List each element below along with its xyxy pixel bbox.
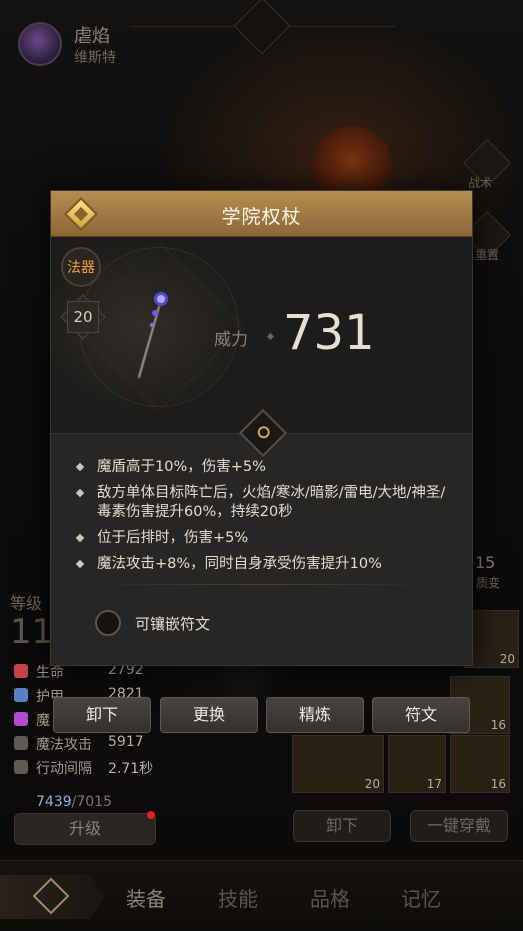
effect-text: 魔法攻击+8%，同时自身承受伤害提升10% xyxy=(97,556,382,572)
tab-skills[interactable]: 技能 xyxy=(218,883,258,912)
power-label: 威力 xyxy=(214,330,248,350)
effects-list: 魔盾高于10%，伤害+5% 敌方单体目标阵亡后，火焰/寒冰/暗影/雷电/大地/神… xyxy=(75,458,455,581)
effect-text: 敌方单体目标阵亡后，火焰/寒冰/暗影/雷电/大地/神圣/毒素伤害提升60%，持续… xyxy=(97,485,446,520)
magic-shield-icon xyxy=(14,712,28,726)
slot-count: 16 xyxy=(490,718,506,732)
one-click-equip-button[interactable]: 一键穿戴 xyxy=(410,810,508,842)
bullet-icon xyxy=(75,488,85,498)
stat-row-magic-attack: 魔法攻击 5917 xyxy=(14,734,144,754)
reset-label: 重置 xyxy=(475,248,500,262)
energy-max: /7015 xyxy=(71,794,112,810)
effect-item: 魔法攻击+8%，同时自身承受伤害提升10% xyxy=(75,555,455,574)
replace-button[interactable]: 更换 xyxy=(160,697,258,733)
stat-name: 魔法攻击 xyxy=(36,737,92,753)
hp-icon xyxy=(14,664,28,678)
unequip-all-button[interactable]: 卸下 xyxy=(293,810,391,842)
energy-counter: 7439/7015 xyxy=(36,794,112,810)
effect-item: 位于后排时，伤害+5% xyxy=(75,529,455,548)
bullet-icon xyxy=(75,462,85,472)
armor-icon xyxy=(14,688,28,702)
panel-header: 学院权杖 xyxy=(51,191,472,237)
back-button[interactable] xyxy=(0,875,105,919)
stat-row-action-interval: 行动间隔 2.71秒 xyxy=(14,758,153,778)
bullet-icon xyxy=(75,533,85,543)
item-effects-section: 魔盾高于10%，伤害+5% 敌方单体目标阵亡后，火焰/寒冰/暗影/雷电/大地/神… xyxy=(51,433,472,665)
socket-label: 可镶嵌符文 xyxy=(135,614,211,633)
slot-count: 20 xyxy=(499,652,515,666)
effect-item: 魔盾高于10%，伤害+5% xyxy=(75,458,455,477)
slot-count: 16 xyxy=(490,777,506,791)
rune-socket[interactable]: 可镶嵌符文 xyxy=(95,610,210,636)
power-value: 731 xyxy=(283,305,375,361)
inventory-slot[interactable]: 20 xyxy=(292,735,384,793)
stat-value: 2.71秒 xyxy=(108,761,154,777)
hero-name: 虐焰 xyxy=(74,26,110,47)
upgrade-button[interactable]: 升级 xyxy=(14,813,156,845)
power-separator xyxy=(266,332,275,341)
item-summary: 法器 20 威力 731 xyxy=(51,237,472,423)
tactics-label: 战术 xyxy=(468,176,493,190)
stat-value: 5917 xyxy=(108,734,144,750)
star-emblem-icon xyxy=(233,0,291,55)
section-divider xyxy=(91,584,431,585)
refine-button[interactable]: 精炼 xyxy=(266,697,364,733)
back-arrow-icon xyxy=(32,877,70,915)
unequip-button[interactable]: 卸下 xyxy=(53,697,151,733)
hero-header: 虐焰 维斯特 xyxy=(0,0,523,90)
item-type: 法器 xyxy=(67,260,95,276)
hero-avatar[interactable] xyxy=(18,22,62,66)
effect-text: 魔盾高于10%，伤害+5% xyxy=(97,459,266,475)
item-level-badge: 20 xyxy=(60,294,106,340)
transform-label: 质变 xyxy=(476,576,501,590)
slot-count: 17 xyxy=(426,777,442,791)
bullet-icon xyxy=(75,559,85,569)
level-value: 11 xyxy=(10,612,54,652)
tab-equipment[interactable]: 装备 xyxy=(126,883,166,912)
stat-name: 行动间隔 xyxy=(36,761,92,777)
staff-icon xyxy=(137,292,168,379)
action-interval-icon xyxy=(14,760,28,774)
item-detail-panel: 学院权杖 法器 20 威力 731 魔盾高于10%，伤害+5% 敌方单体目标阵亡… xyxy=(50,190,473,666)
tab-character[interactable]: 品格 xyxy=(310,883,350,912)
item-title: 学院权杖 xyxy=(221,206,302,228)
transform-count: 15 xyxy=(475,553,496,572)
slot-count: 20 xyxy=(364,777,380,791)
notification-dot xyxy=(147,811,155,819)
inventory-slot[interactable]: 17 xyxy=(388,735,446,793)
bottom-nav: 装备 技能 品格 记忆 xyxy=(0,860,523,931)
tab-memory[interactable]: 记忆 xyxy=(401,883,441,912)
item-level: 20 xyxy=(73,308,93,326)
empty-socket-icon[interactable] xyxy=(95,610,121,636)
magic-attack-icon xyxy=(14,736,28,750)
hero-subtitle: 维斯特 xyxy=(74,50,116,66)
level-label: 等级 xyxy=(10,594,43,613)
effect-item: 敌方单体目标阵亡后，火焰/寒冰/暗影/雷电/大地/神圣/毒素伤害提升60%，持续… xyxy=(75,484,455,522)
energy-current: 7439 xyxy=(36,794,72,810)
item-type-badge: 法器 xyxy=(61,247,101,287)
inventory-slot[interactable]: 16 xyxy=(450,735,510,793)
header-divider-left xyxy=(130,26,240,27)
header-divider-right xyxy=(286,26,396,27)
effect-text: 位于后排时，伤害+5% xyxy=(97,530,249,546)
rune-button[interactable]: 符文 xyxy=(372,697,470,733)
